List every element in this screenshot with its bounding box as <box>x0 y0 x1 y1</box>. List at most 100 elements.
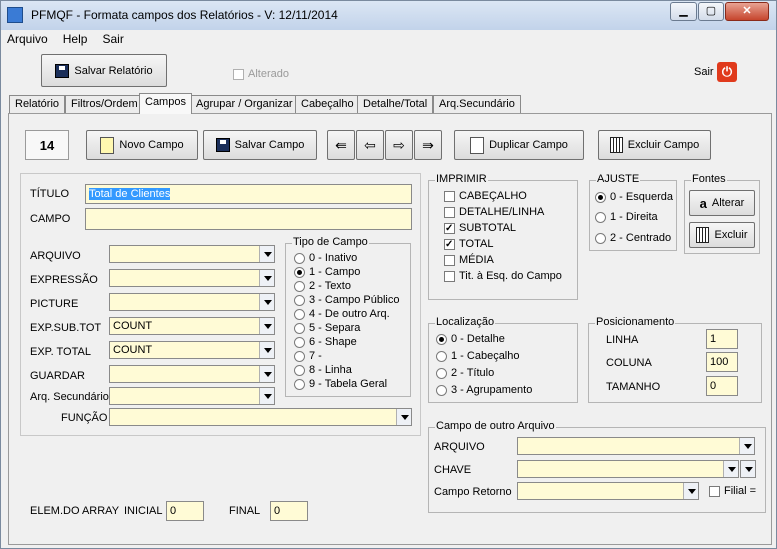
previous-record-button[interactable]: ⇦ <box>356 130 384 160</box>
localizacao-option-3[interactable]: 3 - Agrupamento <box>436 384 532 396</box>
localizacao-option-1[interactable]: 1 - Cabeçalho <box>436 350 520 362</box>
first-record-button[interactable]: ⇚ <box>327 130 355 160</box>
outro-arquivo-select[interactable] <box>517 437 755 455</box>
option-label: 3 - Agrupamento <box>451 384 533 396</box>
option-label: Tit. à Esq. do Campo <box>459 270 562 282</box>
menu-bar: Arquivo Help Sair <box>7 32 136 50</box>
radio-icon <box>436 333 447 345</box>
imprimir-cabecalho-checkbox[interactable]: CABEÇALHO <box>444 190 527 202</box>
tab-relatorio[interactable]: Relatório <box>9 95 66 113</box>
expressao-select[interactable] <box>109 269 275 287</box>
radio-icon <box>595 211 606 223</box>
ajuste-option-2[interactable]: 2 - Centrado <box>595 232 671 244</box>
new-page-icon <box>100 136 115 154</box>
tab-agrupar[interactable]: Agrupar / Organizar <box>190 95 299 113</box>
record-counter: 14 <box>25 130 69 160</box>
expsubtot-value: COUNT <box>113 320 153 332</box>
tab-filtros[interactable]: Filtros/Ordem <box>65 95 144 113</box>
tab-arq-secundario[interactable]: Arq.Secundário <box>433 95 521 113</box>
last-arrow-icon: ⇛ <box>422 136 434 153</box>
chave-extra-select[interactable] <box>740 460 756 478</box>
chevron-down-icon <box>723 461 738 477</box>
radio-icon <box>294 350 305 362</box>
titulo-label: TÍTULO <box>30 188 70 200</box>
alterado-label: Alterado <box>248 68 289 80</box>
save-field-button[interactable]: Salvar Campo <box>203 130 317 160</box>
radio-icon <box>294 322 305 334</box>
option-label: 2 - Centrado <box>610 232 672 244</box>
maximize-button[interactable]: ▢ <box>698 2 724 21</box>
guardar-select[interactable] <box>109 365 275 383</box>
duplicate-field-button[interactable]: Duplicar Campo <box>454 130 584 160</box>
localizacao-option-2[interactable]: 2 - Título <box>436 367 494 379</box>
filial-label: Filial = <box>724 485 757 497</box>
minimize-button[interactable]: ▁ <box>670 2 697 21</box>
linha-input[interactable]: 1 <box>706 329 738 349</box>
tab-detalhe-total[interactable]: Detalhe/Total <box>357 95 434 113</box>
funcao-select[interactable] <box>109 408 412 426</box>
next-record-button[interactable]: ⇨ <box>385 130 413 160</box>
font-icon: a <box>699 195 707 211</box>
picture-select[interactable] <box>109 293 275 311</box>
inicial-input[interactable]: 0 <box>166 501 204 521</box>
exptotal-select[interactable]: COUNT <box>109 341 275 359</box>
imprimir-subtotal-checkbox[interactable]: SUBTOTAL <box>444 222 516 234</box>
tipo-campo-option-1[interactable]: 1 - Campo <box>294 266 360 278</box>
option-label: 3 - Campo Público <box>309 294 400 306</box>
imprimir-media-checkbox[interactable]: MÉDIA <box>444 254 494 266</box>
radio-icon <box>436 384 447 396</box>
imprimir-detalhe-checkbox[interactable]: DETALHE/LINHA <box>444 206 544 218</box>
arqsec-select[interactable] <box>109 387 275 405</box>
tipo-campo-option-9[interactable]: 9 - Tabela Geral <box>294 378 387 390</box>
alterar-font-button[interactable]: a Alterar <box>689 190 755 216</box>
funcao-label: FUNÇÃO <box>61 412 108 424</box>
radio-icon <box>436 367 447 379</box>
tipo-campo-option-7[interactable]: 7 - <box>294 350 322 362</box>
option-label: SUBTOTAL <box>459 222 517 234</box>
tipo-campo-option-5[interactable]: 5 - Separa <box>294 322 360 334</box>
floppy-disk-icon <box>215 138 230 152</box>
excluir-font-button[interactable]: Excluir <box>689 222 755 248</box>
tab-cabecalho[interactable]: Cabeçalho <box>295 95 360 113</box>
final-input[interactable]: 0 <box>270 501 308 521</box>
tamanho-input[interactable]: 0 <box>706 376 738 396</box>
left-arrow-icon: ⇦ <box>364 136 376 153</box>
ajuste-option-1[interactable]: 1 - Direita <box>595 211 658 223</box>
tipo-campo-option-6[interactable]: 6 - Shape <box>294 336 357 348</box>
alterado-checkbox[interactable]: Alterado <box>233 68 289 80</box>
tipo-campo-option-4[interactable]: 4 - De outro Arq. <box>294 308 390 320</box>
tipo-campo-option-2[interactable]: 2 - Texto <box>294 280 351 292</box>
filial-checkbox[interactable]: Filial = <box>709 485 756 497</box>
radio-icon <box>294 266 305 278</box>
campo-input[interactable] <box>85 208 412 230</box>
guardar-label: GUARDAR <box>30 370 86 382</box>
campo-label: CAMPO <box>30 213 71 225</box>
power-icon[interactable]: ⏻ <box>717 62 737 82</box>
campo-retorno-select[interactable] <box>517 482 699 500</box>
menu-help[interactable]: Help <box>63 32 88 46</box>
imprimir-tit-esq-checkbox[interactable]: Tit. à Esq. do Campo <box>444 270 562 282</box>
option-label: 1 - Cabeçalho <box>451 350 520 362</box>
radio-icon <box>294 378 305 390</box>
coluna-input[interactable]: 100 <box>706 352 738 372</box>
close-button[interactable]: ✕ <box>725 2 769 21</box>
tipo-campo-option-0[interactable]: 0 - Inativo <box>294 252 357 264</box>
checkbox-icon <box>444 206 455 218</box>
last-record-button[interactable]: ⇛ <box>414 130 442 160</box>
menu-arquivo[interactable]: Arquivo <box>7 32 48 46</box>
option-label: 8 - Linha <box>309 364 352 376</box>
imprimir-total-checkbox[interactable]: TOTAL <box>444 238 493 250</box>
arquivo-select[interactable] <box>109 245 275 263</box>
chave-select[interactable] <box>517 460 739 478</box>
new-field-button[interactable]: Novo Campo <box>86 130 198 160</box>
ajuste-option-0[interactable]: 0 - Esquerda <box>595 191 673 203</box>
save-report-button[interactable]: Salvar Relatório <box>41 54 167 87</box>
tab-campos[interactable]: Campos <box>139 93 192 114</box>
tipo-campo-option-3[interactable]: 3 - Campo Público <box>294 294 400 306</box>
expsubtot-select[interactable]: COUNT <box>109 317 275 335</box>
menu-sair[interactable]: Sair <box>103 32 124 46</box>
localizacao-option-0[interactable]: 0 - Detalhe <box>436 333 505 345</box>
delete-field-button[interactable]: Excluir Campo <box>598 130 711 160</box>
titulo-input[interactable]: Total de Clientes <box>85 184 412 204</box>
tipo-campo-option-8[interactable]: 8 - Linha <box>294 364 352 376</box>
